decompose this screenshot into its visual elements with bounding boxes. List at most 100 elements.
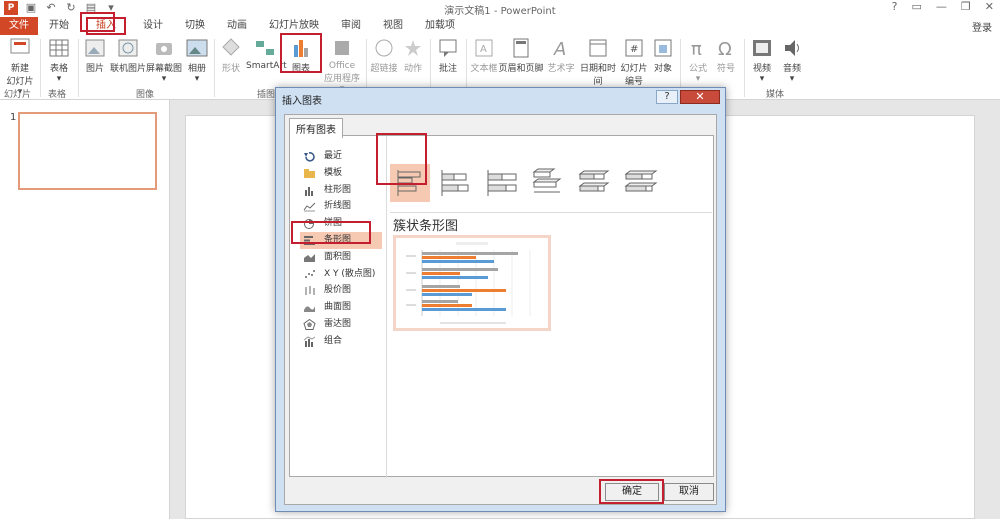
video-button[interactable]: 视频 ▾ <box>748 37 776 84</box>
category-templates[interactable]: 模板 <box>300 165 382 182</box>
datetime-button[interactable]: 日期和时间 <box>576 37 620 87</box>
category-radar[interactable]: 雷达图 <box>300 316 382 333</box>
category-area[interactable]: 面积图 <box>300 249 382 266</box>
3d-clustered-bar-option[interactable] <box>528 164 568 202</box>
wordart-button[interactable]: A 艺术字 <box>546 37 576 74</box>
comment-button[interactable]: 批注 <box>434 37 462 74</box>
stacked-bar-option[interactable] <box>436 164 476 202</box>
recent-icon <box>304 152 315 162</box>
symbol-button[interactable]: Ω 符号 <box>712 37 740 74</box>
close-button[interactable]: ✕ <box>985 0 994 13</box>
dialog-help-button[interactable]: ? <box>656 90 678 104</box>
tab-file[interactable]: 文件 <box>0 17 38 35</box>
table-button[interactable]: 表格 ▾ <box>44 37 74 84</box>
smartart-button[interactable]: SmartArt <box>246 37 287 71</box>
office-apps-button[interactable]: Office 应用程序 ▾ <box>322 37 362 94</box>
shapes-button[interactable]: 形状 <box>218 37 244 74</box>
tab-animations[interactable]: 动画 <box>216 17 258 35</box>
textbox-button[interactable]: A 文本框 <box>470 37 498 74</box>
3d-clustered-bar-icon <box>532 168 562 193</box>
tab-review[interactable]: 审阅 <box>330 17 372 35</box>
100-stacked-bar-option[interactable] <box>482 164 522 202</box>
category-recent[interactable]: 最近 <box>300 148 382 165</box>
divider <box>390 212 712 213</box>
category-stock[interactable]: 股价图 <box>300 282 382 299</box>
slide-number-button[interactable]: # 幻灯片 编号 <box>620 37 648 87</box>
line-chart-icon <box>303 203 316 212</box>
stacked-bar-icon <box>441 170 469 196</box>
ribbon-tabs: 文件 开始 插入 设计 切换 动画 幻灯片放映 审阅 视图 加载项 登录 <box>0 17 1000 35</box>
separator <box>744 39 745 97</box>
svg-text:#: # <box>630 44 638 55</box>
wordart-icon: A <box>549 37 573 60</box>
group-label-images: 图像 <box>136 90 155 100</box>
online-picture-button[interactable]: 联机图片 <box>110 37 146 74</box>
shapes-icon <box>219 37 243 59</box>
object-button[interactable]: 对象 <box>650 37 676 74</box>
category-scatter[interactable]: X Y (散点图) <box>300 266 382 283</box>
category-surface[interactable]: 曲面图 <box>300 299 382 316</box>
chart-preview <box>393 235 551 331</box>
3d-stacked-bar-option[interactable] <box>574 164 614 202</box>
picture-button[interactable]: 图片 <box>82 37 108 74</box>
slide-thumbnail[interactable] <box>18 112 157 190</box>
slide-number: 1 <box>10 112 17 123</box>
svg-text:A: A <box>480 44 487 55</box>
chart-type-name: 簇状条形图 <box>393 219 459 234</box>
stock-chart-icon <box>305 286 315 296</box>
audio-button[interactable]: 音频 ▾ <box>778 37 806 84</box>
album-icon <box>185 37 209 59</box>
datetime-icon <box>586 37 610 59</box>
3d-100-stacked-bar-option[interactable] <box>620 164 660 202</box>
equation-button[interactable]: π 公式 ▾ <box>684 37 712 84</box>
screenshot-button[interactable]: 屏幕截图 ▾ <box>146 37 182 84</box>
dialog-close-button[interactable]: ✕ <box>680 90 720 104</box>
help-button[interactable]: ? <box>892 0 898 13</box>
separator <box>78 39 79 97</box>
divider <box>386 136 387 478</box>
dialog-body: 所有图表 最近 模板 柱形图 折线图 饼图 条形图 面积图 X Y (散点图) … <box>284 114 717 505</box>
header-footer-button[interactable]: 页眉和页脚 <box>498 37 544 74</box>
surface-chart-icon <box>304 306 315 313</box>
tab-view[interactable]: 视图 <box>372 17 414 35</box>
slide-number-icon: # <box>622 37 646 59</box>
tab-home[interactable]: 开始 <box>38 17 80 35</box>
login-link[interactable]: 登录 <box>972 19 992 34</box>
tab-all-charts[interactable]: 所有图表 <box>289 118 343 138</box>
scatter-chart-icon <box>305 269 315 278</box>
title-bar: P ▣ ↶ ↻ ▤ ▾ 演示文稿1 - PowerPoint ? ▭ — ❐ ✕ <box>0 0 1000 17</box>
radar-chart-icon <box>303 318 316 330</box>
tab-transitions[interactable]: 切换 <box>174 17 216 35</box>
tab-design[interactable]: 设计 <box>132 17 174 35</box>
clustered-bar-highlight <box>376 133 427 185</box>
svg-text:A: A <box>553 39 566 59</box>
area-chart-icon <box>304 253 315 262</box>
separator <box>214 39 215 97</box>
album-button[interactable]: 相册 ▾ <box>184 37 210 84</box>
hyperlink-button[interactable]: 超链接 <box>370 37 398 74</box>
action-icon <box>401 37 425 59</box>
bar-category-highlight <box>291 221 371 244</box>
category-line[interactable]: 折线图 <box>300 198 382 215</box>
3d-stacked-bar-icon <box>578 170 610 192</box>
object-icon <box>651 37 675 59</box>
action-button[interactable]: 动作 <box>400 37 426 74</box>
tab-addins[interactable]: 加载项 <box>414 17 466 35</box>
cancel-button[interactable]: 取消 <box>664 483 714 501</box>
separator <box>40 39 41 97</box>
category-combo[interactable]: 组合 <box>300 333 382 350</box>
minimize-button[interactable]: — <box>936 0 947 13</box>
insert-chart-dialog: 插入图表 ? ✕ 所有图表 最近 模板 柱形图 折线图 饼图 条形图 面积图 X… <box>275 87 726 512</box>
chart-subtype-list <box>390 164 660 202</box>
chart-category-list: 最近 模板 柱形图 折线图 饼图 条形图 面积图 X Y (散点图) 股价图 曲… <box>300 148 382 350</box>
column-chart-icon <box>305 186 313 196</box>
new-slide-icon <box>8 37 32 59</box>
category-column[interactable]: 柱形图 <box>300 182 382 199</box>
maximize-button[interactable]: ❐ <box>961 0 971 13</box>
ribbon-display-button[interactable]: ▭ <box>912 0 922 13</box>
100-stacked-bar-icon <box>487 170 517 196</box>
symbol-icon: Ω <box>714 37 738 60</box>
window-title: 演示文稿1 - PowerPoint <box>444 6 556 17</box>
chart-preview-graphic <box>406 242 531 324</box>
table-icon <box>47 37 71 59</box>
